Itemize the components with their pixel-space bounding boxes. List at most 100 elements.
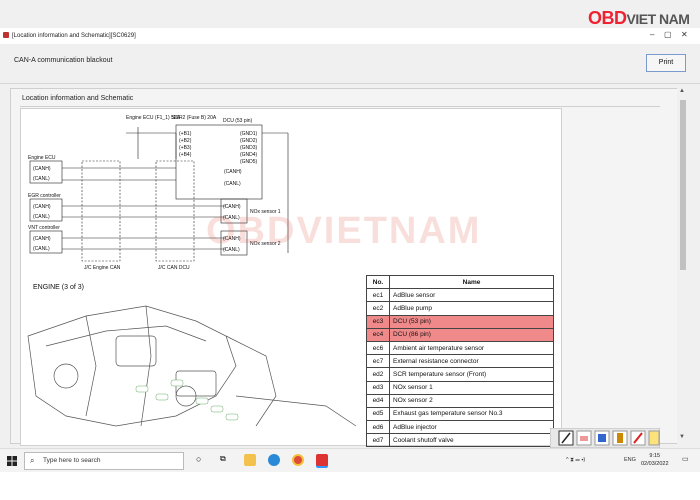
table-row[interactable]: ed4 NOx sensor 2 xyxy=(366,393,554,408)
taskbar-search[interactable]: ⌕ Type here to search xyxy=(24,452,184,470)
ecu-label-vnt: VNT controller xyxy=(28,225,60,231)
language-indicator[interactable]: ENG xyxy=(624,457,636,463)
part-name: DCU (86 pin) xyxy=(389,327,554,342)
table-row[interactable]: ed7 Coolant shutoff valve xyxy=(366,433,554,448)
minimize-icon[interactable]: – xyxy=(650,30,654,39)
table-row[interactable]: ed6 AdBlue injector xyxy=(366,420,554,435)
table-row[interactable]: ec6 Ambient air temperature sensor xyxy=(366,340,554,356)
engine-ecu-canl: (CANL) xyxy=(33,176,50,182)
print-button[interactable]: Print xyxy=(646,54,686,72)
scroll-up-icon[interactable]: ▲ xyxy=(679,88,685,94)
part-name: Ambient air temperature sensor xyxy=(389,340,554,356)
search-placeholder: Type here to search xyxy=(43,457,101,464)
column-header-name: Name xyxy=(389,274,554,290)
tray-icons[interactable]: ^ ⧗ ▭ ◂) xyxy=(566,457,585,464)
power-pin-1: (+B1) xyxy=(179,131,192,137)
part-number: ed7 xyxy=(366,433,390,448)
header-area: CAN-A communication blackout xyxy=(0,44,700,84)
part-number: ed5 xyxy=(366,406,390,422)
part-name: External resistance connector xyxy=(389,354,554,369)
part-number: ed4 xyxy=(366,393,390,408)
window-title: [Location information and Schematic][SC0… xyxy=(12,33,136,39)
power-pin-2: (+B2) xyxy=(179,138,192,144)
ground-pin-3: (GND3) xyxy=(240,145,258,151)
maximize-icon[interactable]: ▢ xyxy=(664,30,672,39)
note-tool-icon[interactable] xyxy=(648,430,660,446)
part-number: ed3 xyxy=(366,380,390,395)
vertical-scrollbar[interactable]: ▲ ▼ xyxy=(677,88,688,444)
dcu-canl: (CANL) xyxy=(224,181,241,187)
scrollbar-thumb[interactable] xyxy=(680,100,686,270)
engine-ecu-canh: (CANH) xyxy=(33,166,51,172)
egr-canh: (CANH) xyxy=(33,204,51,210)
notification-icon[interactable]: ▭ xyxy=(682,455,689,463)
part-number: ec2 xyxy=(366,301,390,316)
annotation-toolbar xyxy=(550,428,660,448)
file-explorer-icon[interactable] xyxy=(244,454,256,466)
ground-pin-5: (GND5) xyxy=(240,159,258,165)
table-header-row: No. Name xyxy=(366,274,554,290)
cortana-icon[interactable]: ○ xyxy=(196,454,208,466)
panel-title: Location information and Schematic xyxy=(22,95,134,102)
jc-can-dcu-label: J/C CAN DCU xyxy=(158,265,190,271)
title-bar: [Location information and Schematic][SC0… xyxy=(0,28,700,44)
ground-pin-2: (GND2) xyxy=(240,138,258,144)
table-row[interactable]: ed2 SCR temperature sensor (Front) xyxy=(366,367,554,382)
application-window: OBDVIET NAM HAND CAN WAY [Location infor… xyxy=(0,0,700,448)
diagnostic-app-icon[interactable] xyxy=(316,454,328,466)
below-screen-area xyxy=(0,472,700,500)
save-tool-icon[interactable] xyxy=(594,430,610,446)
column-header-no: No. xyxy=(366,274,390,290)
part-name: DCU (53 pin) xyxy=(389,314,554,329)
brand-obd-text: OBD xyxy=(588,8,627,28)
scroll-down-icon[interactable]: ▼ xyxy=(679,434,685,440)
clock[interactable]: 9:15 02/03/2022 xyxy=(641,452,669,468)
part-number: ec4 xyxy=(366,327,390,342)
app-icon xyxy=(3,32,9,38)
eraser-tool-icon[interactable] xyxy=(576,430,592,446)
table-row[interactable]: ec1 AdBlue sensor xyxy=(366,288,554,303)
table-row[interactable]: ec2 AdBlue pump xyxy=(366,301,554,316)
pen-tool-icon[interactable] xyxy=(558,430,574,446)
vnt-canl: (CANL) xyxy=(33,246,50,252)
task-view-icon[interactable]: ⧉ xyxy=(220,454,232,466)
ground-pin-1: (GND1) xyxy=(240,131,258,137)
part-name: AdBlue sensor xyxy=(389,288,554,303)
part-number: ed6 xyxy=(366,420,390,435)
highlighter-tool-icon[interactable] xyxy=(612,430,628,446)
table-row[interactable]: ec3 DCU (53 pin) xyxy=(366,314,554,329)
chrome-icon[interactable] xyxy=(292,454,304,466)
table-row[interactable]: ed3 NOx sensor 1 xyxy=(366,380,554,395)
part-number: ec3 xyxy=(366,314,390,329)
part-name: AdBlue pump xyxy=(389,301,554,316)
power-pin-3: (+B3) xyxy=(179,145,192,151)
part-number: ec1 xyxy=(366,288,390,303)
edge-icon[interactable] xyxy=(268,454,280,466)
table-row[interactable]: ed5 Exhaust gas temperature sensor No.3 xyxy=(366,406,554,422)
brand-vietnam-text: VIET NAM xyxy=(626,11,690,27)
ecu-label-engine: Engine ECU xyxy=(28,155,56,161)
dcu-canh: (CANH) xyxy=(224,169,242,175)
clock-date: 02/03/2022 xyxy=(641,461,669,467)
part-name: NOx sensor 1 xyxy=(389,380,554,395)
part-number: ec6 xyxy=(366,340,390,356)
page-title: CAN-A communication blackout xyxy=(14,57,113,64)
table-row[interactable]: ec4 DCU (86 pin) xyxy=(366,327,554,342)
vnt-canh: (CANH) xyxy=(33,236,51,242)
engine-diagram-title: ENGINE (3 of 3) xyxy=(33,284,84,291)
power-pin-4: (+B4) xyxy=(179,152,192,158)
parts-table-body: ec1 AdBlue sensor ec2 AdBlue pump ec3 DCU (53… xyxy=(366,288,554,448)
marker-tool-icon[interactable] xyxy=(630,430,646,446)
top-label-scr2: SCR2 (Fuse B) 20A xyxy=(172,115,217,121)
table-row[interactable]: ec7 External resistance connector xyxy=(366,354,554,369)
part-name: SCR temperature sensor (Front) xyxy=(389,367,554,382)
close-icon[interactable]: ✕ xyxy=(681,30,688,39)
part-number: ec7 xyxy=(366,354,390,369)
panel-divider xyxy=(20,106,660,107)
part-name: Exhaust gas temperature sensor No.3 xyxy=(389,406,554,422)
parts-table: No. Name ec1 AdBlue sensor ec2 AdBlue pump e… xyxy=(366,274,554,448)
watermark: OBDVIETNAM xyxy=(206,210,482,252)
part-name: NOx sensor 2 xyxy=(389,393,554,408)
part-name: Coolant shutoff valve xyxy=(389,433,554,448)
windows-start-icon[interactable] xyxy=(7,456,17,466)
